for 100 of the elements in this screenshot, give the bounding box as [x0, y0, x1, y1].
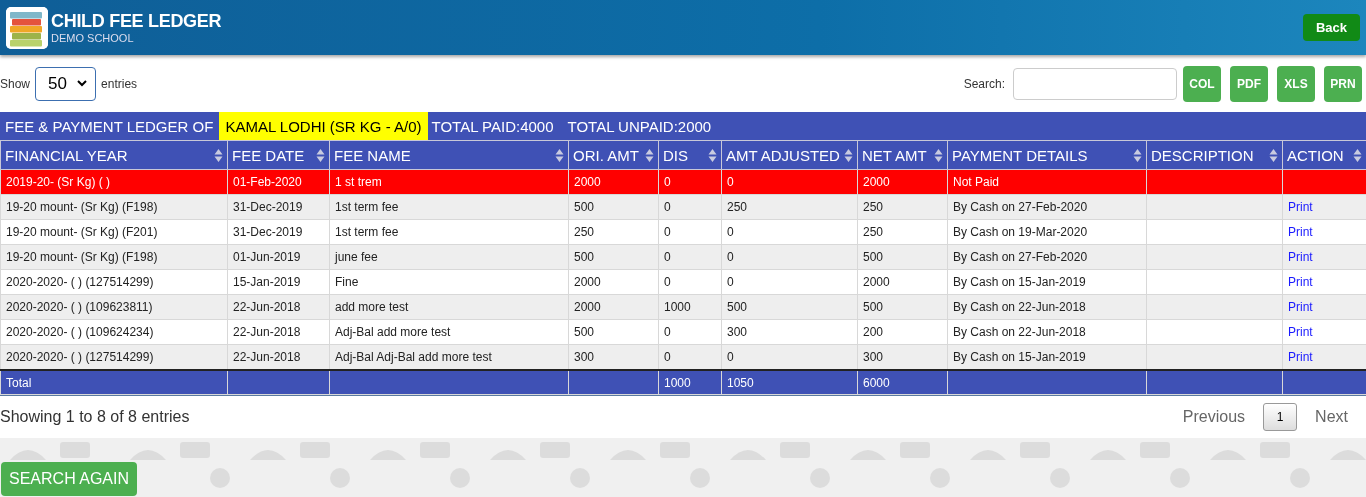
table-cell: 15-Jan-2019 — [227, 269, 330, 295]
table-cell: 19-20 mount- (Sr Kg) (F201) — [0, 219, 228, 245]
column-header[interactable]: FINANCIAL YEAR — [0, 140, 228, 170]
table-cell: By Cash on 15-Jan-2019 — [947, 344, 1147, 370]
total-cell: 6000 — [857, 370, 948, 395]
app-title: CHILD FEE LEDGER — [51, 11, 222, 32]
page-size-select[interactable]: 50 — [35, 66, 97, 101]
table-cell: Adj-Bal Adj-Bal add more test — [329, 344, 569, 370]
column-header[interactable]: AMT ADJUSTED — [721, 140, 858, 170]
sort-icon — [934, 147, 943, 163]
table-cell: 250 — [857, 219, 948, 245]
table-cell: 19-20 mount- (Sr Kg) (F198) — [0, 244, 228, 270]
print-link[interactable]: Print — [1288, 250, 1313, 264]
back-button[interactable]: Back — [1302, 14, 1360, 41]
column-header[interactable]: NET AMT — [857, 140, 948, 170]
table-cell: 200 — [857, 319, 948, 345]
sort-icon — [555, 147, 564, 163]
table-cell: 2000 — [568, 269, 659, 295]
sort-icon — [1353, 147, 1362, 163]
table-cell: 0 — [721, 244, 858, 270]
table-cell: 250 — [857, 194, 948, 220]
table-cell: 31-Dec-2019 — [227, 219, 330, 245]
table-cell: 2000 — [857, 169, 948, 195]
table-cell: 22-Jun-2018 — [227, 294, 330, 320]
table-cell: 0 — [721, 169, 858, 195]
student-name: KAMAL LODHI (SR KG - A/0) — [219, 112, 428, 140]
school-name: DEMO SCHOOL — [51, 32, 135, 44]
table-cell: 500 — [857, 244, 948, 270]
column-header[interactable]: ACTION — [1282, 140, 1366, 170]
print-link[interactable]: Print — [1288, 300, 1313, 314]
sort-icon — [214, 147, 223, 163]
table-cell: 500 — [857, 294, 948, 320]
table-cell: By Cash on 15-Jan-2019 — [947, 269, 1147, 295]
total-cell: 1050 — [721, 370, 858, 395]
column-header[interactable]: DESCRIPTION — [1146, 140, 1283, 170]
total-paid: TOTAL PAID:4000 — [431, 117, 554, 135]
books-logo-icon — [6, 6, 48, 49]
table-cell: Not Paid — [947, 169, 1147, 195]
table-cell: 500 — [721, 294, 858, 320]
table-cell: 300 — [721, 319, 858, 345]
print-link[interactable]: Print — [1288, 325, 1313, 339]
table-cell: By Cash on 27-Feb-2020 — [947, 194, 1147, 220]
table-cell: 0 — [721, 269, 858, 295]
table-cell: 1st term fee — [329, 219, 569, 245]
table-cell: 22-Jun-2018 — [227, 344, 330, 370]
sort-icon — [844, 147, 853, 163]
table-cell: Adj-Bal add more test — [329, 319, 569, 345]
chevron-down-icon — [77, 80, 88, 87]
table-cell: add more test — [329, 294, 569, 320]
column-header[interactable]: PAYMENT DETAILS — [947, 140, 1147, 170]
search-field[interactable] — [1013, 67, 1177, 100]
sort-icon — [1133, 147, 1142, 163]
table-cell: 1 st trem — [329, 169, 569, 195]
sort-icon — [645, 147, 654, 163]
table-cell: By Cash on 22-Jun-2018 — [947, 294, 1147, 320]
table-cell: 22-Jun-2018 — [227, 319, 330, 345]
page-button[interactable]: 1 — [1263, 403, 1298, 431]
table-cell: 2020-2020- ( ) (109623811) — [0, 294, 228, 320]
table-cell: 500 — [568, 319, 659, 345]
sort-icon — [1269, 147, 1278, 163]
table-cell: 0 — [721, 344, 858, 370]
entries-label: entries — [101, 76, 138, 91]
table-cell: 2019-20- (Sr Kg) ( ) — [0, 169, 228, 195]
column-header[interactable]: DIS — [658, 140, 722, 170]
print-link[interactable]: Print — [1288, 200, 1313, 214]
previous-link[interactable]: Previous — [1182, 408, 1246, 426]
table-cell: 500 — [568, 194, 659, 220]
search-label: Search: — [963, 76, 1005, 91]
table-cell: 250 — [721, 194, 858, 220]
entries-info: Showing 1 to 8 of 8 entries — [0, 408, 190, 426]
ledger-title: FEE & PAYMENT LEDGER OF — [5, 117, 214, 135]
table-cell: By Cash on 19-Mar-2020 — [947, 219, 1147, 245]
table-cell: june fee — [329, 244, 569, 270]
table-cell: 300 — [568, 344, 659, 370]
table-cell: 2020-2020- ( ) (127514299) — [0, 344, 228, 370]
table-cell: 2020-2020- ( ) (109624234) — [0, 319, 228, 345]
next-link[interactable]: Next — [1315, 408, 1348, 426]
column-header[interactable]: FEE NAME — [329, 140, 569, 170]
table-cell: 0 — [721, 219, 858, 245]
sort-icon — [316, 147, 325, 163]
table-cell: By Cash on 27-Feb-2020 — [947, 244, 1147, 270]
total-unpaid: TOTAL UNPAID:2000 — [567, 117, 712, 135]
table-cell: 19-20 mount- (Sr Kg) (F198) — [0, 194, 228, 220]
print-link[interactable]: Print — [1288, 350, 1313, 364]
total-cell: Total — [0, 370, 228, 395]
table-cell: 01-Jun-2019 — [227, 244, 330, 270]
table-cell: 2000 — [568, 294, 659, 320]
total-cell: 1000 — [658, 370, 722, 395]
table-cell: 2000 — [857, 269, 948, 295]
column-header[interactable]: ORI. AMT — [568, 140, 659, 170]
table-cell: 31-Dec-2019 — [227, 194, 330, 220]
table-cell: 1st term fee — [329, 194, 569, 220]
table-cell: 2020-2020- ( ) (127514299) — [0, 269, 228, 295]
table-cell: Fine — [329, 269, 569, 295]
print-link[interactable]: Print — [1288, 225, 1313, 239]
print-link[interactable]: Print — [1288, 275, 1313, 289]
table-cell: 300 — [857, 344, 948, 370]
sort-icon — [708, 147, 717, 163]
table-cell: 2000 — [568, 169, 659, 195]
column-header[interactable]: FEE DATE — [227, 140, 330, 170]
